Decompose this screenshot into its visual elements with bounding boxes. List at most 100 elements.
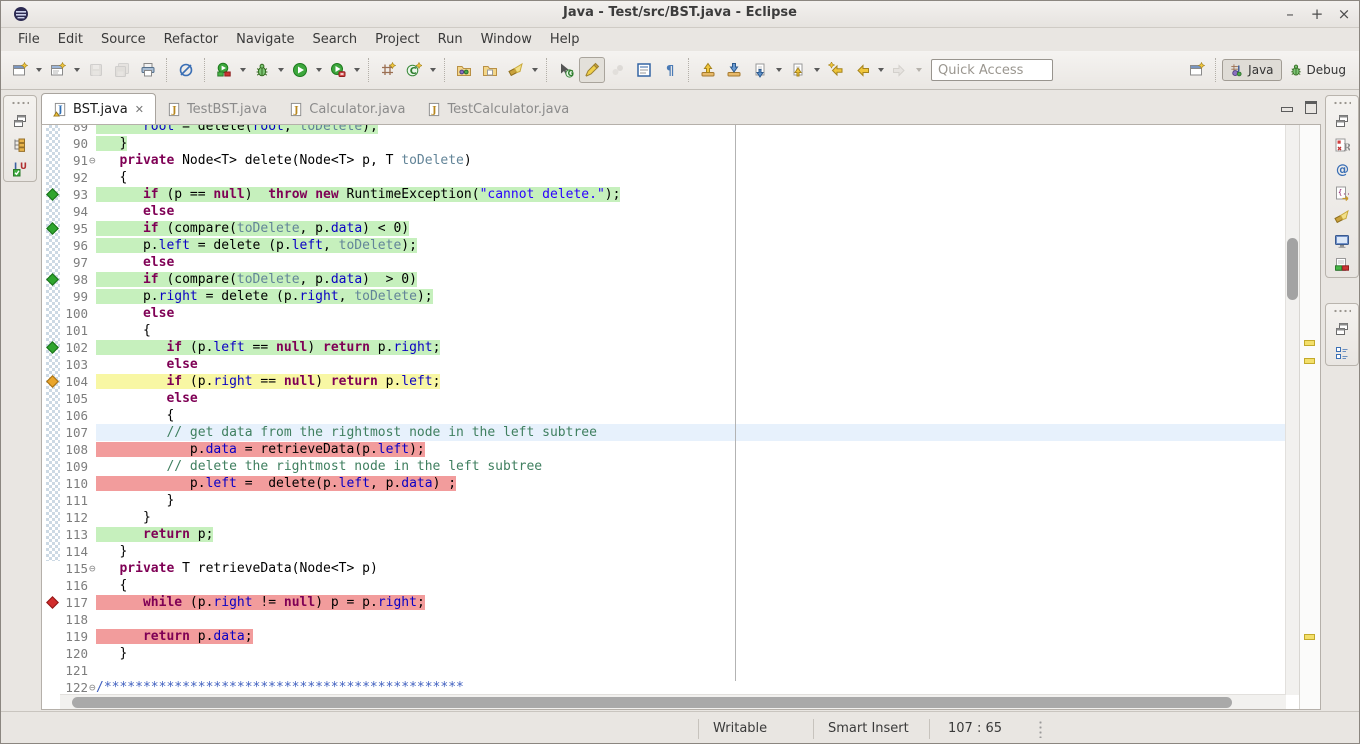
code-line-114[interactable]: 114 } — [42, 543, 1286, 560]
code-line-98[interactable]: 98 if (compare(toDelete, p.data) > 0) — [42, 271, 1286, 288]
new-java-menu-dropdown[interactable] — [71, 57, 83, 83]
new-java-class-menu-dropdown[interactable] — [427, 57, 439, 83]
debug-button[interactable] — [249, 57, 275, 83]
code-line-117[interactable]: 117 while (p.right != null) p = p.right; — [42, 594, 1286, 611]
code-line-119[interactable]: 119 return p.data; — [42, 628, 1286, 645]
menu-file[interactable]: File — [9, 30, 49, 49]
code-line-96[interactable]: 96 p.left = delete (p.left, toDelete); — [42, 237, 1286, 254]
new-java-class-button[interactable]: C — [401, 57, 427, 83]
tab-testbst-java[interactable]: JTestBST.java — [156, 94, 278, 124]
print-button[interactable] — [135, 57, 161, 83]
maximize-window-button[interactable]: + — [1306, 3, 1328, 25]
run-external-button[interactable] — [325, 57, 351, 83]
console-view-button[interactable] — [1331, 229, 1353, 253]
vertical-scrollbar[interactable] — [1285, 125, 1300, 695]
fold-collapse-icon[interactable]: ⊖ — [89, 679, 96, 695]
code-line-94[interactable]: 94 else — [42, 203, 1286, 220]
restore-view-button[interactable] — [1331, 109, 1353, 133]
overview-warning-marker[interactable] — [1304, 358, 1315, 364]
new-java-project-button[interactable] — [375, 57, 401, 83]
code-line-118[interactable]: 118 — [42, 611, 1286, 628]
code-line-97[interactable]: 97 else — [42, 254, 1286, 271]
code-line-101[interactable]: 101 { — [42, 322, 1286, 339]
code-line-113[interactable]: 113 return p; — [42, 526, 1286, 543]
coverage-view-button[interactable] — [1331, 253, 1353, 277]
package-explorer-button[interactable] — [9, 133, 31, 157]
fold-collapse-icon[interactable]: ⊖ — [89, 152, 96, 169]
code-line-111[interactable]: 111 } — [42, 492, 1286, 509]
maximize-editor-icon[interactable] — [1305, 101, 1317, 114]
menu-help[interactable]: Help — [541, 30, 589, 49]
horizontal-scrollbar-thumb[interactable] — [72, 697, 1232, 708]
code-line-92[interactable]: 92 { — [42, 169, 1286, 186]
open-task-button[interactable] — [477, 57, 503, 83]
code-line-108[interactable]: 108 p.data = retrieveData(p.left); — [42, 441, 1286, 458]
code-area[interactable]: 89 root = delete(root, toDelete);90 }91⊖… — [42, 125, 1286, 695]
horizontal-scrollbar[interactable] — [60, 694, 1286, 709]
status-drag-handle[interactable] — [1039, 720, 1042, 738]
javadoc-view-button[interactable]: @ — [1331, 157, 1353, 181]
code-line-99[interactable]: 99 p.right = delete (p.right, toDelete); — [42, 288, 1286, 305]
next-annotation-button[interactable] — [747, 57, 773, 83]
new-java-button[interactable] — [45, 57, 71, 83]
code-line-102[interactable]: 102 if (p.left == null) return p.right; — [42, 339, 1286, 356]
tab-close-icon[interactable]: ✕ — [135, 103, 144, 116]
code-line-93[interactable]: 93 if (p == null) throw new RuntimeExcep… — [42, 186, 1286, 203]
code-line-91[interactable]: 91⊖ private Node<T> delete(Node<T> p, T … — [42, 152, 1286, 169]
code-line-90[interactable]: 90 } — [42, 135, 1286, 152]
open-perspective-button[interactable] — [1184, 57, 1210, 83]
menu-navigate[interactable]: Navigate — [227, 30, 303, 49]
code-line-100[interactable]: 100 else — [42, 305, 1286, 322]
search-menu-dropdown[interactable] — [529, 57, 541, 83]
code-line-110[interactable]: 110 p.left = delete(p.left, p.data) ; — [42, 475, 1286, 492]
code-line-112[interactable]: 112 } — [42, 509, 1286, 526]
perspective-debug-button[interactable]: Debug — [1282, 60, 1353, 80]
drag-handle-icon[interactable] — [1333, 101, 1351, 105]
menu-source[interactable]: Source — [92, 30, 155, 49]
toggle-breadcrumb-button[interactable]: G — [553, 57, 579, 83]
code-line-103[interactable]: 103 else — [42, 356, 1286, 373]
mark-occurrences-button[interactable] — [579, 57, 605, 83]
menu-window[interactable]: Window — [472, 30, 541, 49]
coverage-menu-dropdown[interactable] — [237, 57, 249, 83]
previous-annotation-menu-dropdown[interactable] — [811, 57, 823, 83]
overview-warning-marker[interactable] — [1304, 340, 1315, 346]
vertical-scrollbar-thumb[interactable] — [1287, 238, 1298, 300]
debug-menu-dropdown[interactable] — [275, 57, 287, 83]
code-line-95[interactable]: 95 if (compare(toDelete, p.data) < 0) — [42, 220, 1286, 237]
search-button[interactable] — [503, 57, 529, 83]
run-external-menu-dropdown[interactable] — [351, 57, 363, 83]
minimize-editor-icon[interactable] — [1281, 107, 1293, 112]
fold-collapse-icon[interactable]: ⊖ — [89, 560, 96, 577]
perspective-java-button[interactable]: JJava — [1222, 59, 1281, 81]
tab-calculator-java[interactable]: JCalculator.java — [278, 94, 416, 124]
previous-annotation-button[interactable] — [785, 57, 811, 83]
new-menu-dropdown[interactable] — [33, 57, 45, 83]
coverage-button[interactable] — [211, 57, 237, 83]
declaration-view-button[interactable]: {..} — [1331, 181, 1353, 205]
tab-bst-java[interactable]: JBST.java✕ — [41, 93, 156, 124]
problems-view-button[interactable]: R — [1331, 133, 1353, 157]
code-line-122[interactable]: 122⊖/***********************************… — [42, 679, 1286, 695]
forward-button[interactable] — [887, 57, 913, 83]
code-line-115[interactable]: 115⊖ private T retrieveData(Node<T> p) — [42, 560, 1286, 577]
link-with-editor-button[interactable] — [605, 57, 631, 83]
outline-view-button[interactable] — [1331, 341, 1353, 365]
run-button[interactable] — [287, 57, 313, 83]
code-line-104[interactable]: 104 if (p.right == null) return p.left; — [42, 373, 1286, 390]
save-button[interactable] — [83, 57, 109, 83]
overview-ruler[interactable] — [1299, 125, 1320, 709]
next-annotation-menu-dropdown[interactable] — [773, 57, 785, 83]
open-type-button[interactable] — [451, 57, 477, 83]
restore-view-button[interactable] — [9, 109, 31, 133]
menu-edit[interactable]: Edit — [49, 30, 92, 49]
tab-testcalculator-java[interactable]: JTestCalculator.java — [416, 94, 580, 124]
close-window-button[interactable]: × — [1333, 3, 1355, 25]
last-edit-location-button[interactable] — [823, 57, 849, 83]
code-line-89[interactable]: 89 root = delete(root, toDelete); — [42, 125, 1286, 135]
previous-member-button[interactable] — [695, 57, 721, 83]
code-line-109[interactable]: 109 // delete the rightmost node in the … — [42, 458, 1286, 475]
code-line-107[interactable]: 107 // get data from the rightmost node … — [42, 424, 1286, 441]
menu-project[interactable]: Project — [366, 30, 428, 49]
save-all-button[interactable] — [109, 57, 135, 83]
